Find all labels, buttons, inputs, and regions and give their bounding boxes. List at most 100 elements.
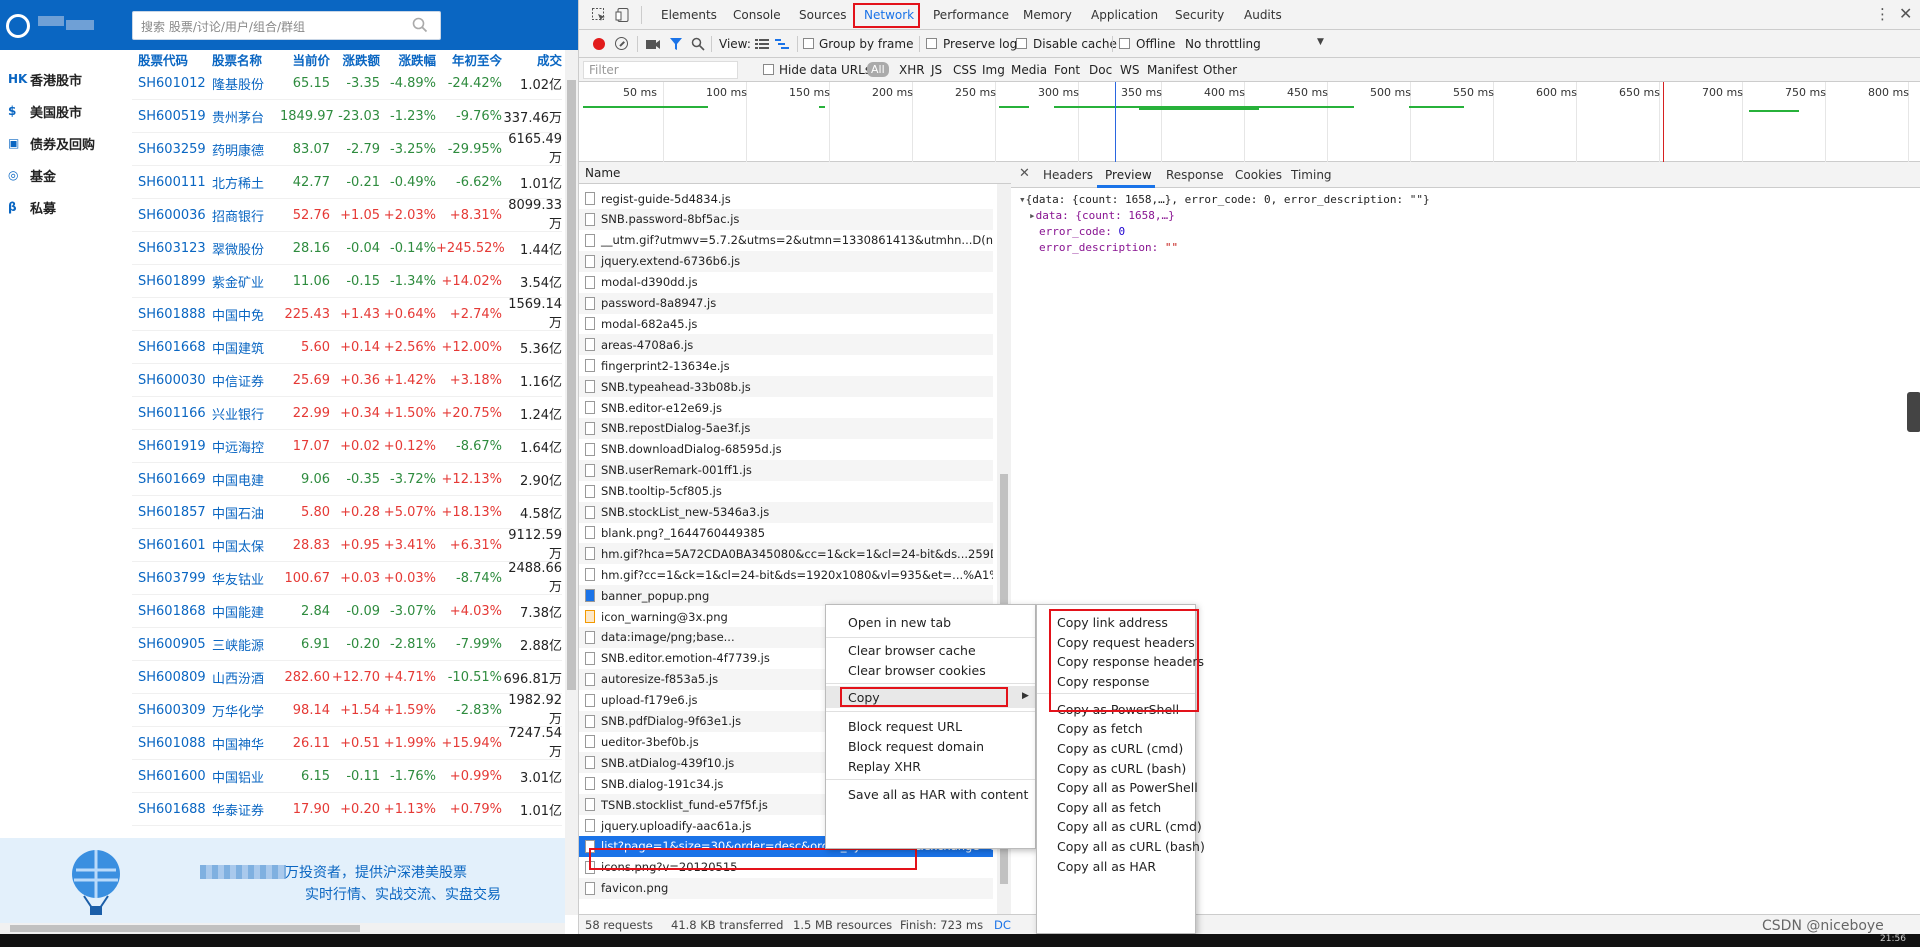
request-row[interactable]: favicon.png xyxy=(579,877,993,899)
stock-code[interactable]: SH600309 xyxy=(132,703,212,718)
promo-banner[interactable]: 万投资者，提供沪深港美股票 实时行情、实战交流、实盘交易 xyxy=(0,838,565,933)
horizontal-scrollbar[interactable] xyxy=(0,923,565,934)
tab-cookies[interactable]: Cookies xyxy=(1235,168,1282,182)
menu-replay-xhr[interactable]: Replay XHR xyxy=(848,759,921,774)
table-row[interactable]: SH600036 招商银行 52.76 +1.05 +2.03% +8.31% 8099.3… xyxy=(132,198,562,232)
throttling-select[interactable]: No throttling xyxy=(1185,37,1261,51)
waterfall-overview-icon[interactable] xyxy=(775,38,789,50)
stock-code[interactable]: SH601012 xyxy=(132,76,212,91)
large-rows-icon[interactable] xyxy=(755,38,769,50)
table-row[interactable]: SH600905 三峡能源 6.91 -0.20 -2.81% -7.99% 2.88亿 xyxy=(132,628,562,661)
table-row[interactable]: SH601669 中国电建 9.06 -0.35 -3.72% +12.13% 2.90亿 xyxy=(132,463,562,496)
menu-clear-browser-cookies[interactable]: Clear browser cookies xyxy=(848,663,986,678)
stock-code[interactable]: SH601919 xyxy=(132,439,212,454)
network-timeline-overview[interactable]: 50 ms 100 ms 150 ms 200 ms 250 ms 300 ms 350 m… xyxy=(579,82,1920,162)
table-row[interactable]: SH601088 中国神华 26.11 +0.51 +1.99% +15.94% 7247.… xyxy=(132,726,562,760)
scrollbar-thumb[interactable] xyxy=(10,925,360,932)
json-data-line[interactable]: ▸data: {count: 1658,…} xyxy=(1029,208,1440,224)
preserve-log-checkbox[interactable] xyxy=(926,38,937,49)
filter-type-img[interactable]: Img xyxy=(982,63,1005,77)
request-row[interactable]: SNB.password-8bf5ac.js xyxy=(579,208,993,230)
stock-name[interactable]: 贵州茅台 xyxy=(212,107,280,126)
stock-code[interactable]: SH600809 xyxy=(132,670,212,685)
stock-code[interactable]: SH600030 xyxy=(132,373,212,388)
tab-timing[interactable]: Timing xyxy=(1291,168,1332,182)
stock-name[interactable]: 紫金矿业 xyxy=(212,272,280,291)
menu-block-request-url[interactable]: Block request URL xyxy=(848,719,962,734)
sidebar-item-bonds[interactable]: ▣ 债券及回购 xyxy=(8,132,95,154)
request-row[interactable]: SNB.userRemark-001ff1.js xyxy=(579,459,993,481)
stock-code[interactable]: SH600036 xyxy=(132,208,212,223)
stock-code[interactable]: SH601888 xyxy=(132,307,212,322)
stock-code[interactable]: SH601601 xyxy=(132,538,212,553)
json-root-line[interactable]: ▾{data: {count: 1658,…}, error_code: 0, … xyxy=(1019,192,1430,208)
request-row[interactable]: fingerprint2-13634e.js xyxy=(579,355,993,376)
table-row[interactable]: SH600519 贵州茅台 1849.97 -23.03 -1.23% -9.76% 337… xyxy=(132,100,562,133)
chevron-down-icon[interactable]: ▼ xyxy=(1317,37,1324,47)
filter-type-manifest[interactable]: Manifest xyxy=(1147,63,1198,77)
request-row[interactable]: password-8a8947.js xyxy=(579,292,993,314)
page-scrollbar[interactable] xyxy=(565,50,578,915)
stock-name[interactable]: 隆基股份 xyxy=(212,74,280,93)
expand-triangle-icon[interactable]: ▾ xyxy=(1019,193,1026,206)
submenu-copy-all-as-curl-bash[interactable]: Copy all as cURL (bash) xyxy=(1057,839,1205,854)
tab-console[interactable]: Console xyxy=(733,8,781,22)
request-row[interactable]: SNB.repostDialog-5ae3f.js xyxy=(579,417,993,439)
search-icon[interactable] xyxy=(691,37,705,51)
stock-code[interactable]: SH601166 xyxy=(132,406,212,421)
filter-funnel-icon[interactable] xyxy=(669,37,683,51)
screenshot-camera-icon[interactable] xyxy=(645,37,661,51)
stock-code[interactable]: SH601669 xyxy=(132,472,212,487)
request-row[interactable]: hm.gif?hca=5A72CDA0BA345080&cc=1&ck=1&cl… xyxy=(579,543,993,565)
search-icon[interactable] xyxy=(412,17,428,33)
table-row[interactable]: SH603259 药明康德 83.07 -2.79 -3.25% -29.95% 6165.… xyxy=(132,132,562,166)
stock-name[interactable]: 中国太保 xyxy=(212,536,280,555)
name-column-header[interactable]: Name xyxy=(585,166,620,180)
inspect-element-icon[interactable] xyxy=(591,7,607,23)
submenu-copy-all-as-fetch[interactable]: Copy all as fetch xyxy=(1057,800,1161,815)
stock-name[interactable]: 万华化学 xyxy=(212,701,280,720)
hide-data-urls-checkbox[interactable] xyxy=(763,64,774,75)
record-icon[interactable] xyxy=(593,38,605,50)
request-row[interactable]: jquery.extend-6736b6.js xyxy=(579,250,993,272)
stock-name[interactable]: 中远海控 xyxy=(212,437,280,456)
tab-sources[interactable]: Sources xyxy=(799,8,846,22)
table-row[interactable]: SH601868 中国能建 2.84 -0.09 -3.07% +4.03% 7.38亿 xyxy=(132,595,562,628)
stock-name[interactable]: 中国神华 xyxy=(212,734,280,753)
table-row[interactable]: SH601888 中国中免 225.43 +1.43 +0.64% +2.74% 1569.… xyxy=(132,297,562,331)
table-row[interactable]: SH600309 万华化学 98.14 +1.54 +1.59% -2.83% 1982.9… xyxy=(132,693,562,727)
stock-name[interactable]: 翠微股份 xyxy=(212,239,280,258)
stock-code[interactable]: SH601857 xyxy=(132,505,212,520)
menu-block-request-domain[interactable]: Block request domain xyxy=(848,739,984,754)
menu-save-all-as-har[interactable]: Save all as HAR with content xyxy=(848,787,1028,802)
submenu-copy-as-curl-bash[interactable]: Copy as cURL (bash) xyxy=(1057,761,1186,776)
request-row[interactable]: banner_popup.png xyxy=(579,585,993,607)
tab-audits[interactable]: Audits xyxy=(1244,8,1282,22)
table-row[interactable]: SH601919 中远海控 17.07 +0.02 +0.12% -8.67% 1.64亿 xyxy=(132,430,562,463)
side-handle[interactable] xyxy=(1907,392,1920,432)
table-row[interactable]: SH601857 中国石油 5.80 +0.28 +5.07% +18.13% 4.58亿 xyxy=(132,496,562,529)
stock-name[interactable]: 中国铝业 xyxy=(212,767,280,786)
stock-code[interactable]: SH601899 xyxy=(132,274,212,289)
request-row[interactable]: SNB.typeahead-33b08b.js xyxy=(579,376,993,398)
request-row[interactable]: areas-4708a6.js xyxy=(579,334,993,356)
device-toolbar-icon[interactable] xyxy=(615,7,631,23)
menu-clear-browser-cache[interactable]: Clear browser cache xyxy=(848,643,976,658)
sidebar-item-private[interactable]: β 私募 xyxy=(8,196,56,218)
stock-name[interactable]: 中国建筑 xyxy=(212,338,280,357)
sidebar-item-funds[interactable]: ◎ 基金 xyxy=(8,164,56,186)
submenu-copy-all-as-har[interactable]: Copy all as HAR xyxy=(1057,859,1156,874)
table-row[interactable]: SH600809 山西汾酒 282.60 +12.70 +4.71% -10.51% 696… xyxy=(132,661,562,694)
request-row[interactable]: SNB.stockList_new-5346a3.js xyxy=(579,501,993,523)
stock-code[interactable]: SH600905 xyxy=(132,637,212,652)
request-row[interactable]: blank.png?_1644760449385 xyxy=(579,522,993,543)
submenu-copy-as-curl-cmd[interactable]: Copy as cURL (cmd) xyxy=(1057,741,1183,756)
stock-code[interactable]: SH603123 xyxy=(132,241,212,256)
disable-cache-checkbox[interactable] xyxy=(1016,38,1027,49)
tab-application[interactable]: Application xyxy=(1091,8,1158,22)
request-row[interactable]: modal-d390dd.js xyxy=(579,272,993,293)
close-icon[interactable]: ✕ xyxy=(1899,4,1912,23)
stock-code[interactable]: SH600519 xyxy=(132,109,212,124)
request-row[interactable]: SNB.tooltip-5cf805.js xyxy=(579,481,993,502)
stock-code[interactable]: SH601668 xyxy=(132,340,212,355)
